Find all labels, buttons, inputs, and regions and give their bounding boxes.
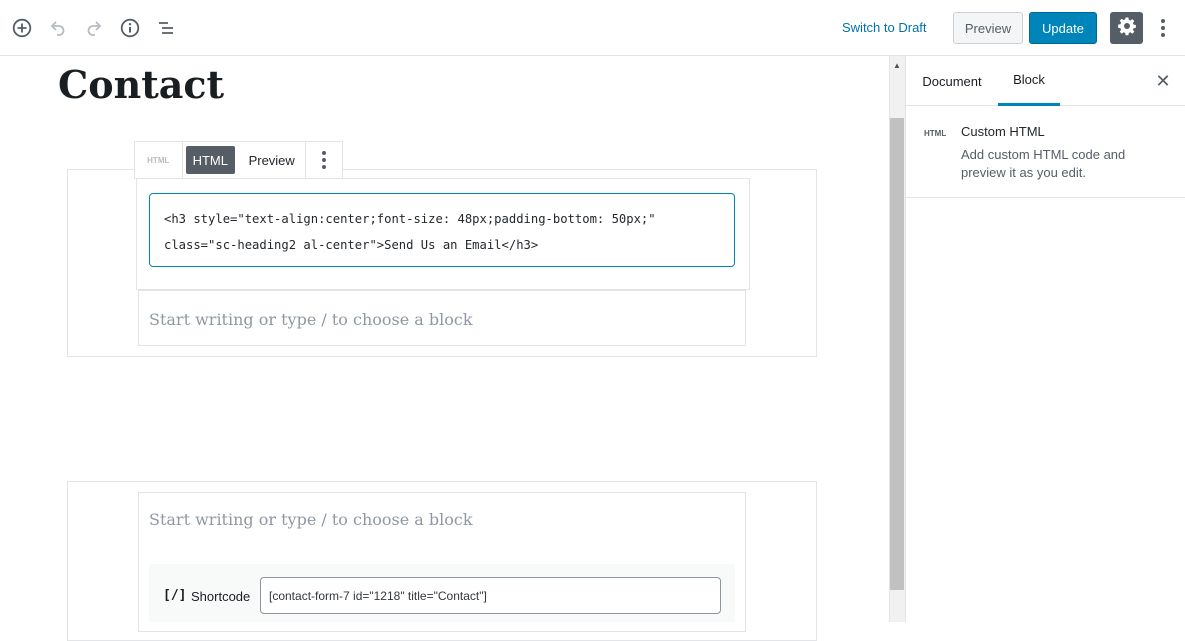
block-placeholder[interactable]: Start writing or type / to choose a bloc… — [149, 310, 473, 329]
block-card: HTML Custom HTML Add custom HTML code an… — [906, 106, 1185, 198]
tab-preview[interactable]: Preview — [238, 142, 305, 178]
shortcode-icon: [/] — [163, 588, 187, 603]
circle-plus-icon[interactable] — [6, 12, 38, 44]
preview-button[interactable]: Preview — [953, 12, 1023, 44]
block-card-description: Add custom HTML code and preview it as y… — [961, 147, 1126, 180]
shortcode-block: [/] Shortcode [contact-form-7 id="1218" … — [149, 564, 735, 622]
settings-button[interactable] — [1110, 12, 1143, 44]
html-block-icon[interactable]: HTML — [135, 142, 183, 178]
code-line: <h3 style="text-align:center;font-size: … — [164, 212, 656, 226]
tab-html[interactable]: HTML — [185, 146, 236, 174]
editor-header: Switch to Draft Preview Update — [0, 0, 1185, 56]
block-placeholder[interactable]: Start writing or type / to choose a bloc… — [149, 510, 473, 529]
shortcode-input[interactable]: [contact-form-7 id="1218" title="Contact… — [260, 577, 721, 614]
block-more-options-icon[interactable] — [305, 142, 342, 178]
info-icon[interactable] — [114, 12, 146, 44]
list-icon[interactable] — [150, 12, 182, 44]
update-button[interactable]: Update — [1029, 12, 1097, 44]
shortcode-label: Shortcode — [191, 589, 251, 604]
block-card-title: Custom HTML — [961, 124, 1045, 139]
tab-block[interactable]: Block — [998, 56, 1060, 106]
undo-icon[interactable] — [42, 12, 74, 44]
settings-sidebar: Document Block ✕ HTML Custom HTML Add cu… — [905, 56, 1185, 622]
page-title[interactable]: Contact — [58, 62, 224, 107]
tab-document[interactable]: Document — [906, 56, 998, 106]
close-icon[interactable]: ✕ — [1150, 68, 1176, 94]
gear-icon — [1117, 16, 1137, 41]
scroll-up-arrow-icon[interactable]: ▲ — [889, 58, 905, 72]
redo-icon[interactable] — [78, 12, 110, 44]
vertical-ellipsis-icon[interactable] — [1147, 12, 1179, 44]
block-toolbar: HTML HTML Preview — [134, 141, 343, 179]
scrollbar-thumb[interactable] — [890, 118, 904, 590]
code-line: class="sc-heading2 al-center">Send Us an… — [164, 238, 539, 252]
switch-to-draft-link[interactable]: Switch to Draft — [842, 20, 927, 35]
html-icon: HTML — [924, 129, 947, 138]
sidebar-tabs: Document Block ✕ — [906, 56, 1185, 106]
html-code-editor[interactable]: <h3 style="text-align:center;font-size: … — [149, 193, 735, 267]
